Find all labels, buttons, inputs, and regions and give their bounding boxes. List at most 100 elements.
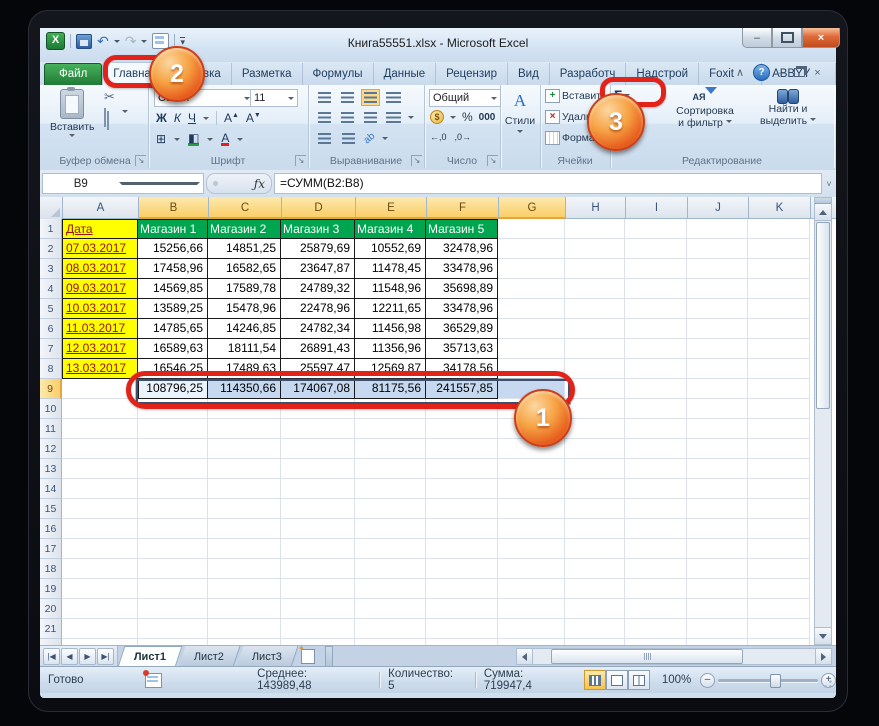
align-center-icon[interactable] — [339, 110, 356, 125]
row-header-1[interactable]: 1 — [40, 219, 62, 239]
cell-K17[interactable] — [748, 539, 810, 559]
styles-dropdown-icon[interactable] — [517, 130, 523, 136]
comma-format-icon[interactable]: 000 — [479, 112, 496, 123]
cell-B14[interactable] — [138, 479, 208, 499]
cell-F7[interactable]: 35713,63 — [426, 339, 498, 359]
cell-K3[interactable] — [748, 259, 810, 279]
styles-button[interactable]: А Стили — [500, 91, 540, 136]
sheet-tab-лист3[interactable]: Лист3 — [237, 646, 299, 667]
copy-icon[interactable] — [104, 109, 106, 127]
row-header-10[interactable]: 10 — [40, 399, 62, 419]
cell-F19[interactable] — [426, 579, 498, 599]
cell-F4[interactable]: 35698,89 — [426, 279, 498, 299]
cell-A21[interactable] — [62, 619, 138, 639]
cell-E21[interactable] — [355, 619, 426, 639]
row-header-9[interactable]: 9 — [40, 379, 62, 399]
column-header-F[interactable]: F — [427, 197, 499, 219]
cell-D12[interactable] — [281, 439, 355, 459]
cell-I3[interactable] — [625, 259, 687, 279]
align-middle-icon[interactable] — [339, 90, 356, 105]
column-header-B[interactable]: B — [139, 197, 209, 219]
cell-A3[interactable]: 08.03.2017 — [62, 259, 138, 279]
cell-C5[interactable]: 15478,96 — [208, 299, 281, 319]
column-header-D[interactable]: D — [282, 197, 356, 219]
cell-I10[interactable] — [625, 399, 687, 419]
cell-K19[interactable] — [748, 579, 810, 599]
number-dialog-launcher[interactable]: ↘ — [487, 155, 498, 166]
last-sheet-button[interactable]: ▶| — [97, 648, 114, 665]
cell-D6[interactable]: 24782,34 — [281, 319, 355, 339]
cell-C13[interactable] — [208, 459, 281, 479]
cell-H17[interactable] — [565, 539, 625, 559]
cell-J20[interactable] — [687, 599, 748, 619]
tab-file[interactable]: Файл — [44, 63, 102, 85]
cell-J21[interactable] — [687, 619, 748, 639]
cell-E20[interactable] — [355, 599, 426, 619]
cell-C20[interactable] — [208, 599, 281, 619]
font-size-combo[interactable]: 11 — [250, 89, 298, 107]
name-box-dropdown-icon[interactable] — [119, 182, 201, 188]
currency-dropdown-icon[interactable] — [450, 116, 456, 122]
cell-E1[interactable]: Магазин 4 — [355, 219, 426, 239]
cell-F17[interactable] — [426, 539, 498, 559]
sort-filter-button[interactable]: АЯ Сортировкаи фильтр — [668, 87, 742, 129]
row-header-13[interactable]: 13 — [40, 459, 62, 479]
cell-I13[interactable] — [625, 459, 687, 479]
cell-J2[interactable] — [687, 239, 748, 259]
cell-I20[interactable] — [625, 599, 687, 619]
cell-J16[interactable] — [687, 519, 748, 539]
cell-J18[interactable] — [687, 559, 748, 579]
cell-H16[interactable] — [565, 519, 625, 539]
scroll-left-button[interactable] — [516, 648, 533, 665]
row-header-21[interactable]: 21 — [40, 619, 62, 639]
cell-D21[interactable] — [281, 619, 355, 639]
cell-D16[interactable] — [281, 519, 355, 539]
fill-color-dropdown-icon[interactable] — [207, 138, 213, 144]
cell-J4[interactable] — [687, 279, 748, 299]
cell-J1[interactable] — [687, 219, 748, 239]
insert-sheet-button[interactable] — [295, 646, 321, 667]
cell-K4[interactable] — [748, 279, 810, 299]
horizontal-scroll-thumb[interactable] — [551, 649, 743, 664]
column-header-J[interactable]: J — [688, 197, 749, 219]
cell-K5[interactable] — [748, 299, 810, 319]
row-header-14[interactable]: 14 — [40, 479, 62, 499]
row-header-11[interactable]: 11 — [40, 419, 62, 439]
cell-K18[interactable] — [748, 559, 810, 579]
cell-E12[interactable] — [355, 439, 426, 459]
cell-F13[interactable] — [426, 459, 498, 479]
next-sheet-button[interactable]: ▶ — [79, 648, 96, 665]
row-header-12[interactable]: 12 — [40, 439, 62, 459]
cell-K14[interactable] — [748, 479, 810, 499]
cell-E19[interactable] — [355, 579, 426, 599]
cell-B3[interactable]: 17458,96 — [138, 259, 208, 279]
cell-I7[interactable] — [625, 339, 687, 359]
cell-A18[interactable] — [62, 559, 138, 579]
cell-K2[interactable] — [748, 239, 810, 259]
column-header-E[interactable]: E — [356, 197, 427, 219]
cell-G13[interactable] — [498, 459, 565, 479]
cell-I15[interactable] — [625, 499, 687, 519]
normal-view-button[interactable] — [584, 670, 606, 690]
row-header-7[interactable]: 7 — [40, 339, 62, 359]
column-header-H[interactable]: H — [566, 197, 626, 219]
cell-B1[interactable]: Магазин 1 — [138, 219, 208, 239]
tab-рецензир[interactable]: Рецензир — [436, 63, 508, 85]
cell-E14[interactable] — [355, 479, 426, 499]
macro-record-icon[interactable] — [145, 673, 162, 688]
cell-D2[interactable]: 25879,69 — [281, 239, 355, 259]
cell-I21[interactable] — [625, 619, 687, 639]
horizontal-scroll-track[interactable] — [533, 648, 815, 665]
scroll-down-button[interactable] — [815, 627, 831, 644]
formula-bar-expand-icon[interactable]: ˅ — [822, 179, 836, 189]
cell-I1[interactable] — [625, 219, 687, 239]
align-left-icon[interactable] — [316, 110, 333, 125]
page-break-view-button[interactable] — [628, 670, 650, 690]
undo-icon[interactable]: ↶ — [97, 34, 109, 48]
cell-C4[interactable]: 17589,78 — [208, 279, 281, 299]
cell-A6[interactable]: 11.03.2017 — [62, 319, 138, 339]
cell-B6[interactable]: 14785,65 — [138, 319, 208, 339]
cell-K15[interactable] — [748, 499, 810, 519]
save-icon[interactable] — [76, 34, 92, 49]
cell-A2[interactable]: 07.03.2017 — [62, 239, 138, 259]
